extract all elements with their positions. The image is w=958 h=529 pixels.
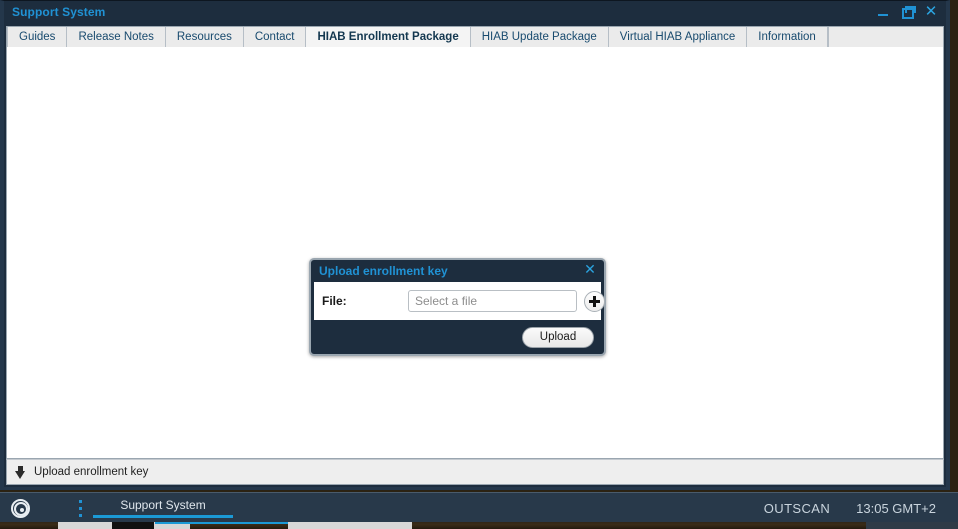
dialog-close-icon[interactable]: ✕ <box>583 263 597 277</box>
dialog-titlebar: Upload enrollment key ✕ <box>311 260 604 282</box>
download-arrow-icon <box>15 466 26 479</box>
taskbar-right-group: OUTSCAN 13:05 GMT+2 <box>764 493 936 523</box>
dialog-body: File: <box>314 282 601 320</box>
tab-contact[interactable]: Contact <box>244 27 307 47</box>
tab-guides[interactable]: Guides <box>7 27 67 47</box>
tab-virtual-hiab-appliance[interactable]: Virtual HIAB Appliance <box>609 27 748 47</box>
tab-bar: Guides Release Notes Resources Contact H… <box>6 26 944 47</box>
taskbar-item-label: Support System <box>93 496 233 515</box>
status-bar-text[interactable]: Upload enrollment key <box>34 466 148 478</box>
window-titlebar: Support System ✕ <box>4 1 946 26</box>
minimize-icon[interactable] <box>876 5 890 19</box>
tab-bar-filler <box>828 27 943 47</box>
upload-enrollment-key-dialog: Upload enrollment key ✕ File: Upload <box>309 258 606 356</box>
application-window: Support System ✕ Guides Release Notes Re… <box>0 0 950 490</box>
add-file-plus-icon[interactable] <box>584 291 605 312</box>
screen: Support System ✕ Guides Release Notes Re… <box>0 0 958 529</box>
tab-release-notes[interactable]: Release Notes <box>67 27 165 47</box>
upload-button[interactable]: Upload <box>522 327 594 348</box>
tab-resources[interactable]: Resources <box>166 27 244 47</box>
tab-information[interactable]: Information <box>747 27 828 47</box>
window-title: Support System <box>12 5 105 19</box>
window-controls: ✕ <box>876 5 938 19</box>
content-area: Upload enrollment key ✕ File: Upload <box>6 47 944 459</box>
taskbar-dots-handle[interactable] <box>79 500 82 517</box>
taskbar-clock[interactable]: 13:05 GMT+2 <box>856 501 936 516</box>
target-logo-icon[interactable] <box>11 499 30 518</box>
maximize-restore-icon[interactable] <box>900 5 914 19</box>
window-status-bar: Upload enrollment key <box>6 459 944 485</box>
dialog-footer: Upload <box>311 320 604 354</box>
taskbar-user-label[interactable]: OUTSCAN <box>764 501 830 516</box>
taskbar-item-support-system[interactable]: Support System <box>93 496 233 520</box>
file-label: File: <box>322 294 408 308</box>
file-input[interactable] <box>408 290 577 312</box>
close-icon[interactable]: ✕ <box>924 5 938 19</box>
dialog-title: Upload enrollment key <box>319 264 448 278</box>
tab-hiab-enrollment-package[interactable]: HIAB Enrollment Package <box>306 27 470 47</box>
taskbar-item-active-indicator <box>93 515 233 518</box>
os-taskbar: Support System OUTSCAN 13:05 GMT+2 <box>0 492 958 522</box>
tab-hiab-update-package[interactable]: HIAB Update Package <box>471 27 609 47</box>
